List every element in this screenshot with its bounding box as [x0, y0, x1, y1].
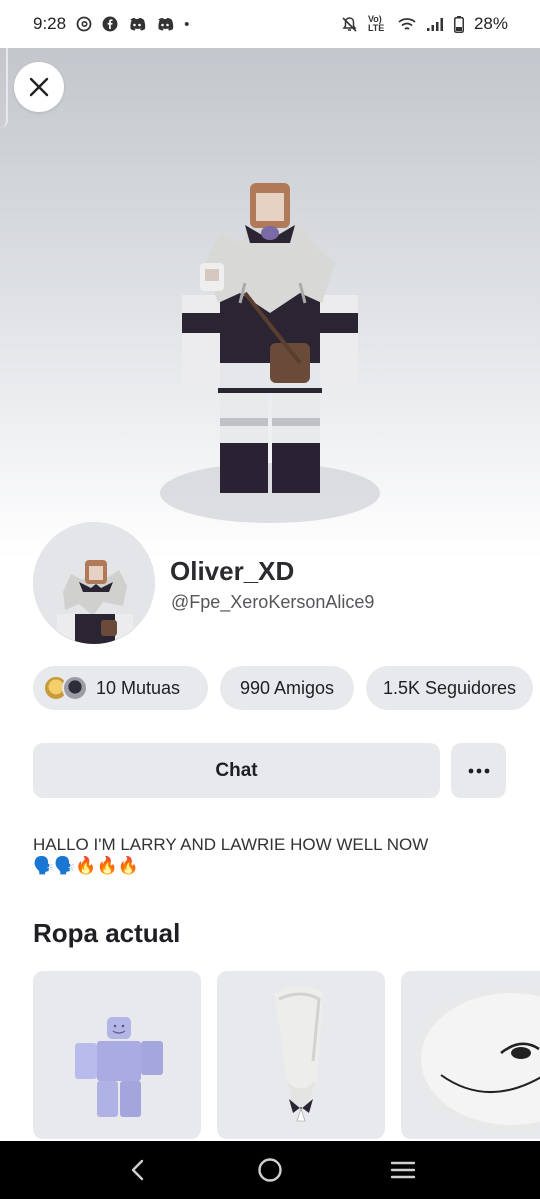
close-button[interactable]: [14, 62, 64, 112]
mute-icon: [342, 16, 357, 32]
chat-button[interactable]: Chat: [33, 743, 440, 798]
system-navigation-bar: [0, 1141, 540, 1199]
close-icon: [29, 77, 49, 97]
wifi-icon: [398, 17, 416, 30]
recents-icon: [391, 1161, 416, 1179]
username: @Fpe_XeroKersonAlice9: [171, 592, 375, 612]
mutuals-label: 10 Mutuas: [96, 677, 181, 698]
hero-edge-decoration: [0, 48, 8, 128]
avatar-viewer[interactable]: [0, 48, 540, 560]
status-bar-right: Vo) LTE 28%: [341, 14, 508, 34]
avatar-body-icon: [75, 1017, 163, 1117]
battery-icon: [453, 15, 464, 33]
notification-dot: •: [184, 15, 190, 33]
more-horizontal-icon: [468, 768, 489, 773]
bio-text: HALLO I'M LARRY AND LAWRIE HOW WELL NOW: [33, 835, 429, 854]
discord-icon: [130, 18, 146, 31]
mutuals-button[interactable]: 10 Mutuas: [33, 666, 208, 710]
facebook-icon: [102, 16, 118, 32]
current-outfit-title: Ropa actual: [33, 918, 181, 948]
more-options-button[interactable]: [451, 743, 506, 798]
home-icon: [258, 1158, 282, 1182]
volte-icon: Vo) LTE: [367, 14, 385, 33]
profile-avatar-image: [33, 522, 155, 644]
display-name: Oliver_XD: [170, 556, 295, 586]
bio: HALLO I'M LARRY AND LAWRIE HOW WELL NOW …: [33, 834, 503, 876]
signal-icon: [426, 17, 443, 31]
battery-percent: 28%: [473, 14, 508, 33]
hair-accessory-icon: [275, 986, 323, 1122]
threads-icon: [76, 16, 92, 32]
bio-emoji: 🗣️🗣️🔥🔥🔥: [33, 856, 139, 875]
chat-label: Chat: [215, 759, 258, 781]
smile-head-icon: [416, 987, 540, 1131]
status-bar-left: 9:28 •: [33, 14, 189, 34]
mutual-avatar: [62, 675, 88, 701]
avatar-3d-model: [160, 183, 380, 523]
followers-label: 1.5K Seguidores: [382, 677, 517, 698]
status-time: 9:28: [33, 14, 67, 33]
status-bar: 9:28 • Vo) LTE 28%: [0, 0, 540, 48]
followers-button[interactable]: 1.5K Seguidores: [366, 666, 533, 710]
back-icon: [131, 1159, 143, 1181]
mutual-avatars: [43, 675, 88, 701]
avatar-body-item[interactable]: [33, 971, 201, 1139]
profile-avatar[interactable]: [33, 522, 155, 644]
smile-head-item[interactable]: [401, 971, 540, 1139]
recents-button[interactable]: [373, 1145, 433, 1195]
friends-label: 990 Amigos: [239, 677, 335, 698]
discord-icon: [158, 18, 174, 31]
home-button[interactable]: [240, 1145, 300, 1195]
hair-accessory-item[interactable]: [217, 971, 385, 1139]
friends-button[interactable]: 990 Amigos: [220, 666, 354, 710]
back-button[interactable]: [107, 1145, 167, 1195]
